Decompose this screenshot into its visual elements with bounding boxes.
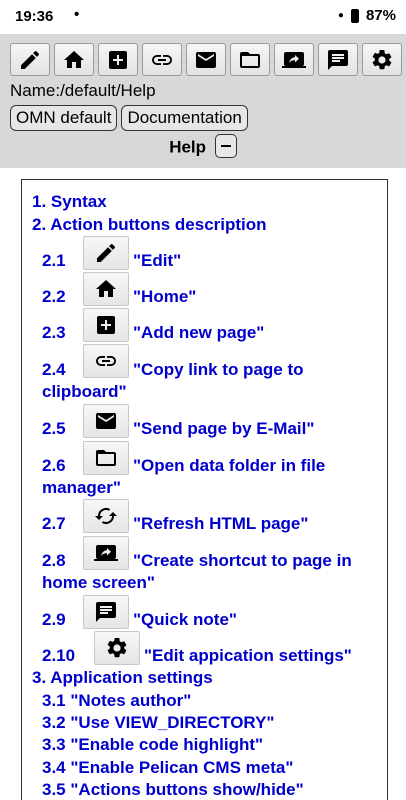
refresh-button-sample[interactable]: [83, 499, 129, 533]
toc-action-buttons-link[interactable]: 2. Action buttons description: [32, 215, 267, 235]
quick-note-button[interactable]: [318, 43, 358, 76]
refresh-icon: [95, 508, 117, 524]
action-toolbar: [10, 43, 402, 76]
toc-app-settings-link[interactable]: 3. Application settings: [32, 668, 213, 688]
open-folder-button-sample[interactable]: [83, 441, 129, 475]
toc-home-link[interactable]: "Home": [133, 287, 196, 307]
toc-item-number: 2.9: [42, 610, 66, 629]
settings-button-sample[interactable]: [94, 631, 140, 665]
mail-icon: [196, 51, 216, 68]
link-buttons: OMN default Documentation: [10, 105, 248, 131]
settings-button[interactable]: [362, 43, 402, 76]
documentation-button[interactable]: Documentation: [121, 105, 248, 131]
open-folder-button[interactable]: [230, 43, 270, 76]
status-right: ● 87%: [338, 7, 396, 24]
toc-edit-settings-link[interactable]: "Edit appication settings": [144, 646, 352, 666]
shortcut-icon: [282, 51, 306, 68]
note-icon: [328, 49, 348, 70]
toc-item-number: 2.4: [42, 360, 66, 379]
toc-item-number: 2.2: [42, 287, 66, 306]
toc-create-shortcut-link-cont[interactable]: home screen": [42, 573, 155, 593]
note-icon: [96, 602, 116, 622]
app-header: Name:/default/Help OMN default Documenta…: [0, 34, 406, 168]
edit-icon: [97, 243, 116, 262]
add-box-icon: [97, 316, 115, 334]
quick-note-button-sample[interactable]: [83, 595, 129, 629]
mail-icon: [96, 413, 116, 429]
toc-open-folder-link[interactable]: "Open data folder in file: [133, 456, 325, 476]
toc-item-number: 2.3: [42, 323, 66, 342]
notification-dot: •: [74, 6, 80, 23]
page-title: Help: [169, 137, 207, 157]
toc-view-directory-link[interactable]: 3.2 "Use VIEW_DIRECTORY": [42, 713, 274, 733]
send-mail-button-sample[interactable]: [83, 404, 129, 438]
copy-link-button[interactable]: [142, 43, 182, 76]
link-icon: [152, 54, 172, 65]
status-bar: 19:36 • ● 87%: [0, 0, 406, 34]
help-heading: Help: [0, 134, 406, 160]
send-mail-button[interactable]: [186, 43, 226, 76]
toc-copy-link-link[interactable]: "Copy link to page to: [133, 360, 304, 380]
gear-icon: [107, 637, 127, 658]
toc-code-highlight-link[interactable]: 3.3 "Enable code highlight": [42, 735, 263, 755]
home-icon: [64, 50, 84, 68]
battery-icon: [350, 8, 359, 23]
toc-send-mail-link[interactable]: "Send page by E-Mail": [133, 419, 314, 439]
signal-dot: ●: [337, 10, 344, 21]
collapse-button[interactable]: [214, 134, 237, 158]
toc-pelican-meta-link[interactable]: 3.4 "Enable Pelican CMS meta": [42, 758, 293, 778]
toc-item-number: 2.5: [42, 419, 66, 438]
status-time: 19:36: [15, 8, 54, 25]
link-icon: [96, 356, 116, 366]
folder-icon: [240, 51, 260, 68]
toc-panel: 1. Syntax 2. Action buttons description …: [21, 179, 388, 800]
toc-item-number: 2.8: [42, 551, 66, 570]
toc-copy-link-link-cont[interactable]: clipboard": [42, 382, 127, 402]
battery-level: 87%: [365, 7, 396, 24]
toc-syntax-link[interactable]: 1. Syntax: [32, 192, 107, 212]
toc-quick-note-link[interactable]: "Quick note": [133, 610, 237, 630]
create-shortcut-button-sample[interactable]: [83, 536, 129, 570]
shortcut-icon: [94, 545, 118, 561]
add-page-button[interactable]: [98, 43, 138, 76]
toc-create-shortcut-link[interactable]: "Create shortcut to page in: [133, 551, 352, 571]
toc-item-number: 2.6: [42, 456, 66, 475]
folder-icon: [96, 450, 116, 466]
add-box-icon: [109, 50, 127, 69]
home-button[interactable]: [54, 43, 94, 76]
edit-button[interactable]: [10, 43, 50, 76]
copy-link-button-sample[interactable]: [83, 344, 129, 378]
toc-open-folder-link-cont[interactable]: manager": [42, 478, 121, 498]
home-icon: [96, 280, 116, 297]
create-shortcut-button[interactable]: [274, 43, 314, 76]
omn-default-button[interactable]: OMN default: [10, 105, 118, 131]
toc-actions-buttons-link[interactable]: 3.5 "Actions buttons show/hide": [42, 780, 304, 800]
toc-item-number: 2.10: [42, 646, 76, 665]
toc-notes-author-link[interactable]: 3.1 "Notes author": [42, 691, 191, 711]
home-button-sample[interactable]: [83, 272, 129, 306]
toc-edit-link[interactable]: "Edit": [133, 251, 181, 271]
toc-item-number: 2.1: [42, 251, 66, 270]
edit-button-sample[interactable]: [83, 236, 129, 270]
add-page-button-sample[interactable]: [83, 308, 129, 342]
toc-refresh-link[interactable]: "Refresh HTML page": [133, 514, 308, 534]
gear-icon: [372, 49, 392, 69]
toc-add-page-link[interactable]: "Add new page": [133, 323, 264, 343]
page-path: Name:/default/Help: [10, 81, 156, 100]
edit-icon: [21, 50, 40, 69]
toc-item-number: 2.7: [42, 514, 66, 533]
